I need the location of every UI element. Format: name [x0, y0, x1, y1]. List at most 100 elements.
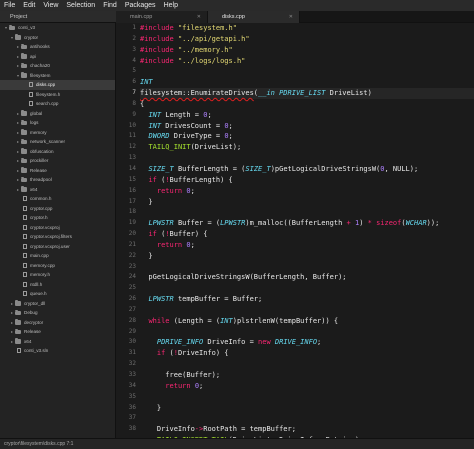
- tree-item-label: Debug: [24, 310, 38, 316]
- tree-folder[interactable]: ▸ api: [0, 52, 115, 62]
- tree-file[interactable]: conti_v3.sln: [0, 346, 115, 356]
- tree-folder[interactable]: ▸ threadpool: [0, 175, 115, 185]
- code-line[interactable]: [140, 413, 474, 424]
- tree-file[interactable]: queue.h: [0, 289, 115, 299]
- code-line[interactable]: [140, 66, 474, 77]
- tree-folder[interactable]: ▸ chacha20: [0, 61, 115, 71]
- tree-folder[interactable]: ▸ global: [0, 109, 115, 119]
- file-icon: [17, 348, 21, 354]
- tree-file[interactable]: main.cpp: [0, 251, 115, 261]
- tree-folder[interactable]: ▸ prockiller: [0, 156, 115, 166]
- code-line[interactable]: [140, 153, 474, 164]
- code-line[interactable]: [140, 392, 474, 403]
- code-line[interactable]: PDRIVE_INFO DriveInfo = new DRIVE_INFO;: [140, 337, 474, 348]
- tab-main-cpp[interactable]: main.cpp ✕: [116, 11, 208, 23]
- line-number: 25: [128, 284, 136, 292]
- code-line[interactable]: free(Buffer);: [140, 370, 474, 381]
- tab-disks-cpp[interactable]: disks.cpp ✕: [208, 11, 300, 23]
- line-number: 3: [132, 45, 136, 53]
- menu-item-packages[interactable]: Packages: [121, 0, 160, 11]
- menu-item-selection[interactable]: Selection: [62, 0, 99, 11]
- code-token: BufferLength = (: [173, 164, 246, 173]
- code-line[interactable]: [140, 305, 474, 316]
- code-line[interactable]: LPWSTR tempBuffer = Buffer;: [140, 294, 474, 305]
- code-line[interactable]: DriveInfo->RootPath = tempBuffer;: [140, 424, 474, 435]
- tree-item-label: cryptor.cpp: [30, 205, 53, 211]
- tree-file[interactable]: cryptor.h: [0, 213, 115, 223]
- tree-file[interactable]: cryptor.vcxproj.user: [0, 242, 115, 252]
- code-line[interactable]: pGetLogicalDriveStringsW(BufferLength, B…: [140, 272, 474, 283]
- tree-folder[interactable]: ▸ cryptor_dll: [0, 299, 115, 309]
- tree-folder[interactable]: ▸ memory: [0, 128, 115, 138]
- tree-folder[interactable]: ▸ Debug: [0, 308, 115, 318]
- code-line[interactable]: return 0;: [140, 381, 474, 392]
- code-line[interactable]: #include "filesystem.h": [140, 23, 474, 34]
- code-line[interactable]: {: [140, 99, 474, 110]
- tree-file[interactable]: common.h: [0, 194, 115, 204]
- code-line[interactable]: [140, 283, 474, 294]
- code-line[interactable]: #include "../logs/logs.h": [140, 56, 474, 67]
- tree-item-label: main.cpp: [30, 253, 49, 259]
- menu-item-help[interactable]: Help: [160, 0, 182, 11]
- tree-folder[interactable]: ▸ network_scanner: [0, 137, 115, 147]
- tree-file[interactable]: memory.h: [0, 270, 115, 280]
- tree-folder[interactable]: ▸ x64: [0, 337, 115, 347]
- tree-file[interactable]: ntdll.h: [0, 280, 115, 290]
- code-line[interactable]: }: [140, 403, 474, 414]
- tree-file[interactable]: search.cpp: [0, 99, 115, 109]
- close-icon[interactable]: ✕: [197, 11, 201, 23]
- menu-item-view[interactable]: View: [39, 0, 62, 11]
- tree-file[interactable]: disks.cpp: [0, 80, 115, 90]
- code-line[interactable]: DWORD DriveType = 0;: [140, 131, 474, 142]
- code-area[interactable]: #include "filesystem.h" #include "../api/…: [140, 23, 474, 438]
- tree-folder[interactable]: ▾ cryptor: [0, 33, 115, 43]
- tree-folder[interactable]: ▸ Release: [0, 327, 115, 337]
- code-line[interactable]: if (!Buffer) {: [140, 229, 474, 240]
- tree-folder[interactable]: ▸ decryptor: [0, 318, 115, 328]
- menu-item-find[interactable]: Find: [99, 0, 121, 11]
- file-icon: [23, 243, 27, 249]
- tree-folder[interactable]: ▸ Release: [0, 166, 115, 176]
- code-line[interactable]: }: [140, 197, 474, 208]
- folder-icon: [21, 53, 27, 59]
- file-icon: [23, 291, 27, 297]
- code-line[interactable]: #include "../memory.h": [140, 45, 474, 56]
- tree-folder[interactable]: ▸ obfuscation: [0, 147, 115, 157]
- code-line[interactable]: LPWSTR Buffer = (LPWSTR)m_malloc((Buffer…: [140, 218, 474, 229]
- code-line[interactable]: filesystem::EnumirateDrives(__in PDRIVE_…: [140, 88, 474, 99]
- code-token: DrivesCount =: [161, 121, 225, 130]
- code-line[interactable]: SIZE_T BufferLength = (SIZE_T)pGetLogica…: [140, 164, 474, 175]
- tree-folder[interactable]: ▸ x64: [0, 185, 115, 195]
- code-line[interactable]: [140, 359, 474, 370]
- tree-folder[interactable]: ▾ conti_v3: [0, 23, 115, 33]
- code-line[interactable]: return 0;: [140, 240, 474, 251]
- code-line[interactable]: INT Length = 0;: [140, 110, 474, 121]
- code-editor[interactable]: 1 2 3 4 5 6 7 8 9 10 11 12 13 14 15 16 17 18 19 20 21 22 23 24 2…: [116, 23, 474, 438]
- code-line[interactable]: TAILQ_INIT(DriveList);: [140, 142, 474, 153]
- menu-item-edit[interactable]: Edit: [19, 0, 39, 11]
- tree-folder[interactable]: ▸ logs: [0, 118, 115, 128]
- file-icon: [23, 205, 27, 211]
- code-line[interactable]: if (!DriveInfo) {: [140, 348, 474, 359]
- close-icon[interactable]: ✕: [289, 11, 293, 23]
- tree-file[interactable]: cryptor.cpp: [0, 204, 115, 214]
- code-line[interactable]: INT: [140, 77, 474, 88]
- tree-folder[interactable]: ▾ filesystem: [0, 71, 115, 81]
- tree-file[interactable]: filesystem.h: [0, 90, 115, 100]
- code-line[interactable]: [140, 207, 474, 218]
- tree-folder[interactable]: ▸ antihooks: [0, 42, 115, 52]
- code-line[interactable]: #include "../api/getapi.h": [140, 34, 474, 45]
- code-line[interactable]: if (!BufferLength) {: [140, 175, 474, 186]
- code-line[interactable]: [140, 327, 474, 338]
- project-panel-title[interactable]: Project: [0, 11, 116, 23]
- code-line[interactable]: }: [140, 251, 474, 262]
- tree-file[interactable]: cryptor.vcxproj.filters: [0, 232, 115, 242]
- tree-file[interactable]: memory.cpp: [0, 261, 115, 271]
- code-line[interactable]: return 0;: [140, 186, 474, 197]
- code-line[interactable]: [140, 262, 474, 273]
- menu-item-file[interactable]: File: [0, 0, 19, 11]
- code-line[interactable]: while (Length = (INT)plstrlenW(tempBuffe…: [140, 316, 474, 327]
- code-line[interactable]: INT DrivesCount = 0;: [140, 121, 474, 132]
- tree-file[interactable]: cryptor.vcxproj: [0, 223, 115, 233]
